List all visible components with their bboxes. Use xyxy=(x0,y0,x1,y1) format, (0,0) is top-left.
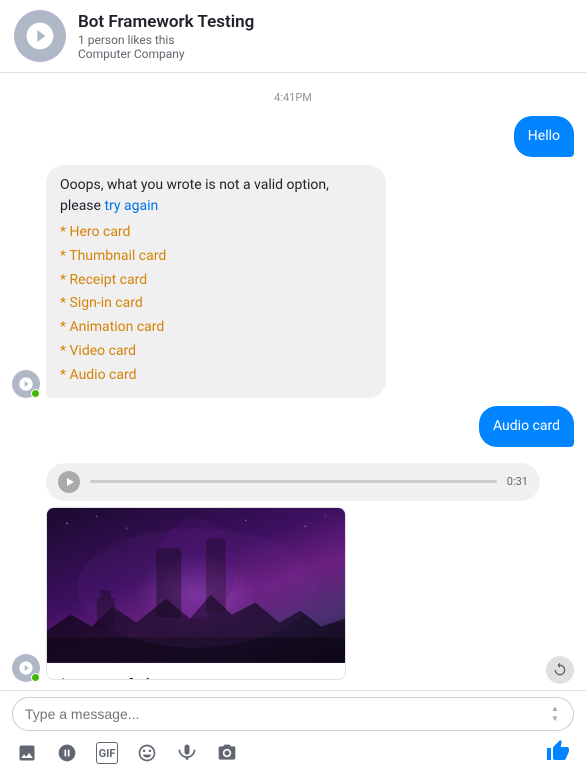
try-again-link[interactable]: try again xyxy=(104,198,158,214)
toolbar-icons: GIF xyxy=(16,742,238,764)
page-title: Bot Framework Testing xyxy=(78,12,254,32)
mic-icon xyxy=(177,743,197,763)
user-bubble-2: Audio card xyxy=(479,406,574,447)
message-input[interactable] xyxy=(25,706,543,722)
chat-wrapper: 4:41PM Hello Ooops, what you wrote is no… xyxy=(0,73,586,690)
list-item-video: Video card xyxy=(60,340,372,364)
audio-progress-bar[interactable] xyxy=(90,480,497,483)
refresh-button[interactable] xyxy=(546,656,574,684)
play-button[interactable] xyxy=(58,471,80,493)
chat-header: Bot Framework Testing 1 person likes thi… xyxy=(0,0,586,73)
emoji-button[interactable] xyxy=(136,742,158,764)
scroll-down-button[interactable]: ▼ xyxy=(549,714,561,724)
like-send-button[interactable] xyxy=(546,739,570,767)
list-item-audio: Audio card xyxy=(60,364,372,388)
audio-duration: 0:31 xyxy=(507,475,528,488)
message-timestamp: 4:41PM xyxy=(12,91,574,104)
list-item-thumbnail: Thumbnail card xyxy=(60,245,372,269)
mic-button[interactable] xyxy=(176,742,198,764)
user-bubble-1: Hello xyxy=(514,116,574,157)
bot-intro-text: Ooops, what you wrote is not a valid opt… xyxy=(60,177,329,214)
bot-bubble-1: Ooops, what you wrote is not a valid opt… xyxy=(46,165,386,398)
list-item-receipt: Receipt card xyxy=(60,269,372,293)
bot-avatar-large xyxy=(14,10,66,62)
emoji-icon xyxy=(137,743,157,763)
options-list: Hero card Thumbnail card Receipt card Si… xyxy=(60,221,372,388)
message-input-row: ▲ ▼ xyxy=(12,697,574,731)
company-name: Computer Company xyxy=(78,47,254,61)
likes-count: 1 person likes this xyxy=(78,33,254,47)
message-row-user-1: Hello xyxy=(12,116,574,157)
input-area: ▲ ▼ GIF xyxy=(0,690,586,773)
scene-svg xyxy=(47,508,345,663)
bot-avatar-small-1 xyxy=(12,370,40,398)
audio-card: I am your father Star Wars: Episode V - … xyxy=(46,507,346,680)
camera-button[interactable] xyxy=(216,742,238,764)
thumbs-up-icon xyxy=(546,739,570,763)
bot-avatar-icon xyxy=(24,20,56,52)
image-attach-button[interactable] xyxy=(16,742,38,764)
refresh-icon xyxy=(552,662,568,678)
image-icon xyxy=(17,743,37,763)
gif-label: GIF xyxy=(99,747,116,760)
list-item-animation: Animation card xyxy=(60,316,372,340)
audio-player[interactable]: 0:31 xyxy=(46,463,540,501)
header-info: Bot Framework Testing 1 person likes thi… xyxy=(78,12,254,61)
bot-avatar-card-area xyxy=(12,654,46,682)
chat-area: 4:41PM Hello Ooops, what you wrote is no… xyxy=(0,73,586,690)
card-title: I am your father xyxy=(61,675,331,680)
message-row-user-2: Audio card xyxy=(12,406,574,447)
sticker-button[interactable] xyxy=(56,742,78,764)
toolbar-row: GIF xyxy=(12,737,574,769)
scroll-up-button[interactable]: ▲ xyxy=(549,704,561,714)
bot-avatar-small-2 xyxy=(12,654,40,682)
online-indicator-2 xyxy=(31,673,40,682)
card-image-inner xyxy=(47,508,345,663)
scroll-controls: ▲ ▼ xyxy=(549,704,561,724)
camera-icon xyxy=(217,743,237,763)
sticker-icon xyxy=(57,743,77,763)
message-row-bot-1: Ooops, what you wrote is not a valid opt… xyxy=(12,165,574,398)
online-indicator xyxy=(31,389,40,398)
card-body: I am your father Star Wars: Episode V - … xyxy=(47,663,345,680)
list-item-signin: Sign-in card xyxy=(60,292,372,316)
gif-button[interactable]: GIF xyxy=(96,742,118,764)
card-image xyxy=(47,508,345,663)
list-item-hero: Hero card xyxy=(60,221,372,245)
